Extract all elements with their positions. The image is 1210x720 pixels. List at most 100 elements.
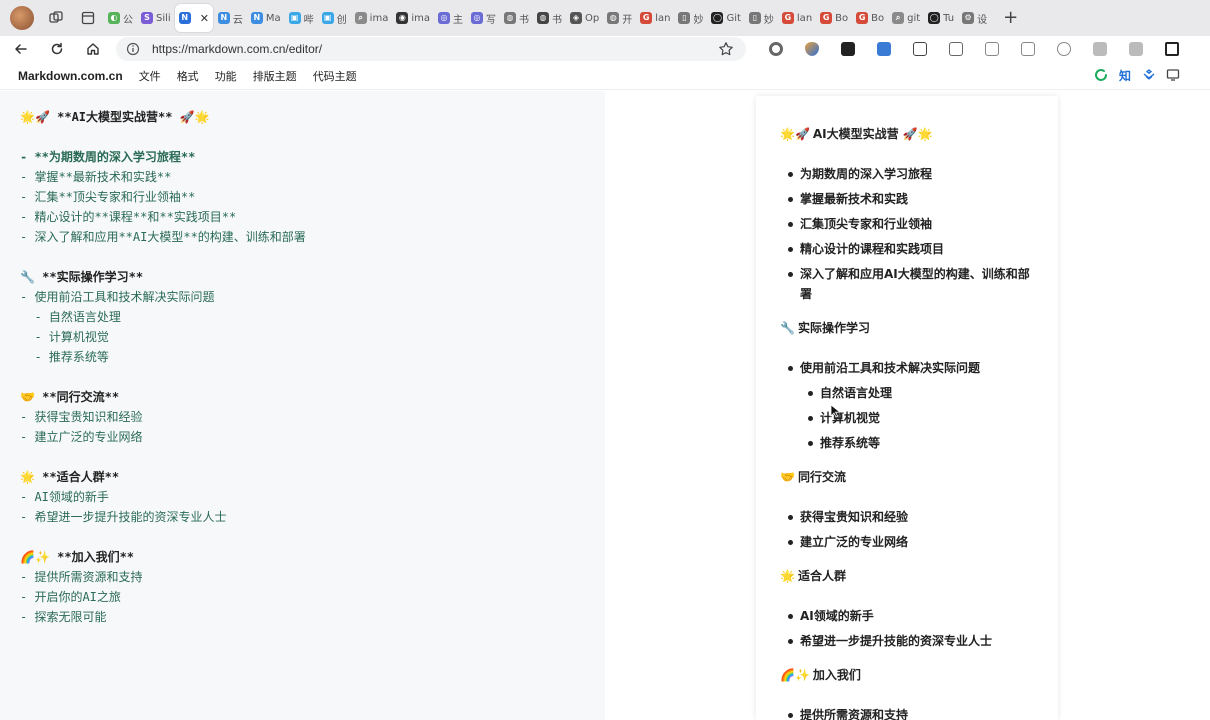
- tab-favicon-icon: ◯: [928, 12, 941, 24]
- emoji-icon: 🌈✨: [20, 550, 50, 564]
- home-icon[interactable]: [82, 38, 104, 60]
- emoji-icon: 🌟: [20, 470, 35, 484]
- editor-heading-line: 🌈✨ **加入我们**: [20, 547, 605, 567]
- puzzle-extension-icon[interactable]: [902, 38, 938, 60]
- editor-line-text: - 计算机视觉: [20, 330, 109, 344]
- markdown-editor[interactable]: 🌟🚀 **AI大模型实战营** 🚀🌟 - **为期数周的深入学习旅程** - 掌握*…: [0, 91, 605, 720]
- split-view-icon[interactable]: [938, 38, 974, 60]
- browser-tab[interactable]: N ✕: [174, 4, 213, 32]
- browser-tab[interactable]: ▯ 妙: [745, 4, 777, 32]
- browser-tab[interactable]: ◍ 书: [500, 4, 532, 32]
- browser-tab[interactable]: Glan: [778, 4, 815, 32]
- menu-icon[interactable]: [1118, 38, 1154, 60]
- browser-tab[interactable]: S Sili: [137, 4, 174, 32]
- browser-tab[interactable]: ◎ 写: [467, 4, 499, 32]
- collections-icon[interactable]: [1010, 38, 1046, 60]
- browser-tab[interactable]: ◉ ima: [392, 4, 433, 32]
- new-tab-button[interactable]: +: [1003, 9, 1018, 27]
- browser-tab[interactable]: ◈ Op: [566, 4, 602, 32]
- workspaces-icon[interactable]: [44, 6, 68, 30]
- reload-icon[interactable]: [46, 38, 68, 60]
- preview-item-text: 获得宝贵知识和经验: [800, 510, 909, 524]
- downloads-icon[interactable]: [1082, 38, 1118, 60]
- address-bar[interactable]: https://markdown.com.cn/editor/: [116, 37, 746, 61]
- browser-tab[interactable]: ◐ 公: [104, 4, 136, 32]
- close-tab-icon[interactable]: ✕: [200, 12, 209, 25]
- tab-title: lan: [796, 12, 813, 24]
- back-arrow-icon[interactable]: [10, 38, 32, 60]
- juejin-export-icon[interactable]: [1142, 68, 1156, 82]
- menu-code-theme[interactable]: 代码主题: [313, 68, 357, 84]
- bookmark-star-icon[interactable]: [718, 41, 734, 57]
- tab-title: 主: [452, 14, 463, 26]
- tab-favicon-icon: ◉: [396, 12, 409, 24]
- wechat-export-icon[interactable]: [1094, 68, 1108, 82]
- browser-tab[interactable]: ▯ 妙: [674, 4, 706, 32]
- preview-item-text: AI领域的新手: [800, 609, 874, 623]
- tab-favicon-icon: ◐: [108, 12, 120, 24]
- preview-list: 为期数周的深入学习旅程 掌握最新技术和实践 汇集顶尖专家和行业领袖 精心设计的课程和实…: [780, 164, 1034, 304]
- browser-tab[interactable]: ◯ Tu: [924, 4, 957, 32]
- browser-tab[interactable]: ◯ Git: [707, 4, 743, 32]
- preview-heading-text: 同行交流: [797, 470, 846, 484]
- editor-line-text: - 精心设计的**课程**和**实践项目**: [20, 210, 237, 224]
- menu-format[interactable]: 格式: [177, 68, 199, 84]
- editor-list-line: - 掌握**最新技术和实践**: [20, 167, 605, 187]
- sidebar-toggle-icon[interactable]: [1154, 38, 1190, 60]
- browser-tab[interactable]: N云: [214, 4, 246, 32]
- preview-list-item: AI领域的新手: [780, 606, 1034, 626]
- translate-extension-icon[interactable]: [866, 38, 902, 60]
- preview-item-text: 精心设计的课程和实践项目: [800, 242, 945, 256]
- editor-list-line: - **为期数周的深入学习旅程**: [20, 147, 605, 167]
- profile-avatar[interactable]: [10, 6, 34, 30]
- menu-layout-theme[interactable]: 排版主题: [253, 68, 297, 84]
- editor-heading-line: 🌟 **适合人群**: [20, 467, 605, 487]
- performance-icon[interactable]: [1046, 38, 1082, 60]
- browser-tab[interactable]: Glan: [636, 4, 673, 32]
- favorites-icon[interactable]: [974, 38, 1010, 60]
- preview-heading-text: 适合人群: [797, 569, 846, 583]
- browser-tab[interactable]: N Ma: [247, 4, 284, 32]
- preview-item-text: 掌握最新技术和实践: [800, 192, 909, 206]
- tab-favicon-icon: ◎: [470, 12, 483, 24]
- editor-list-line: - 计算机视觉: [20, 327, 605, 347]
- browser-tab[interactable]: ⌕ ima: [351, 4, 392, 32]
- browser-tab[interactable]: ⌕ git: [888, 4, 923, 32]
- browser-toolbar: https://markdown.com.cn/editor/: [0, 36, 1210, 62]
- editor-line-text: **加入我们**: [49, 550, 135, 564]
- editor-heading-line: 🔧 **实际操作学习**: [20, 267, 605, 287]
- editor-list-line: - 开启你的AI之旅: [20, 587, 605, 607]
- tab-title: 创: [336, 14, 347, 26]
- tab-actions-icon[interactable]: [76, 6, 100, 30]
- tab-list: ◐ 公 S Sili N ✕ N 云 N Ma ▣ 哔 ▣ 创 ⌕ ima ◉ ima ◎ 主 ◎ 写 ◍ 书 ◍ 书 ◈ Op ◍ 开 G…: [104, 0, 991, 36]
- tab-favicon-icon: ▯: [678, 12, 691, 24]
- tab-title: Sili: [156, 12, 171, 24]
- site-logo[interactable]: Markdown.com.cn: [18, 69, 123, 83]
- editor-line-text: - 建立广泛的专业网络: [20, 430, 143, 444]
- preview-list-item: 提供所需资源和支持: [780, 705, 1034, 720]
- media-extension-icon[interactable]: [830, 38, 866, 60]
- shield-extension-icon[interactable]: [794, 38, 830, 60]
- editor-line-text: - 希望进一步提升技能的资深专业人士: [20, 510, 227, 524]
- record-extension-icon[interactable]: [758, 38, 794, 60]
- editor-line-text: - 掌握**最新技术和实践**: [20, 170, 172, 184]
- editor-line-text: **同行交流**: [34, 390, 120, 404]
- browser-tab[interactable]: ◍ 书: [533, 4, 565, 32]
- browser-tab[interactable]: G Bo: [816, 4, 851, 32]
- browser-tab[interactable]: ▣ 哔: [285, 4, 317, 32]
- site-info-icon[interactable]: [126, 42, 140, 56]
- menu-features[interactable]: 功能: [215, 68, 237, 84]
- emoji-icon: 🤝: [780, 470, 795, 484]
- tab-title: ima: [369, 12, 389, 24]
- browser-tab[interactable]: ◍ 开: [603, 4, 635, 32]
- preview-screen-icon[interactable]: [1166, 68, 1180, 82]
- tab-favicon-icon: N: [250, 12, 263, 24]
- browser-tab[interactable]: ⚙ 设: [958, 4, 990, 32]
- browser-tab[interactable]: ◎ 主: [434, 4, 466, 32]
- menu-file[interactable]: 文件: [139, 68, 161, 84]
- tab-favicon-icon: ◎: [437, 12, 450, 24]
- browser-tab[interactable]: ▣ 创: [318, 4, 350, 32]
- zhihu-export-icon[interactable]: 知: [1118, 68, 1132, 83]
- tab-title: 开: [622, 14, 633, 26]
- browser-tab[interactable]: G Bo: [852, 4, 887, 32]
